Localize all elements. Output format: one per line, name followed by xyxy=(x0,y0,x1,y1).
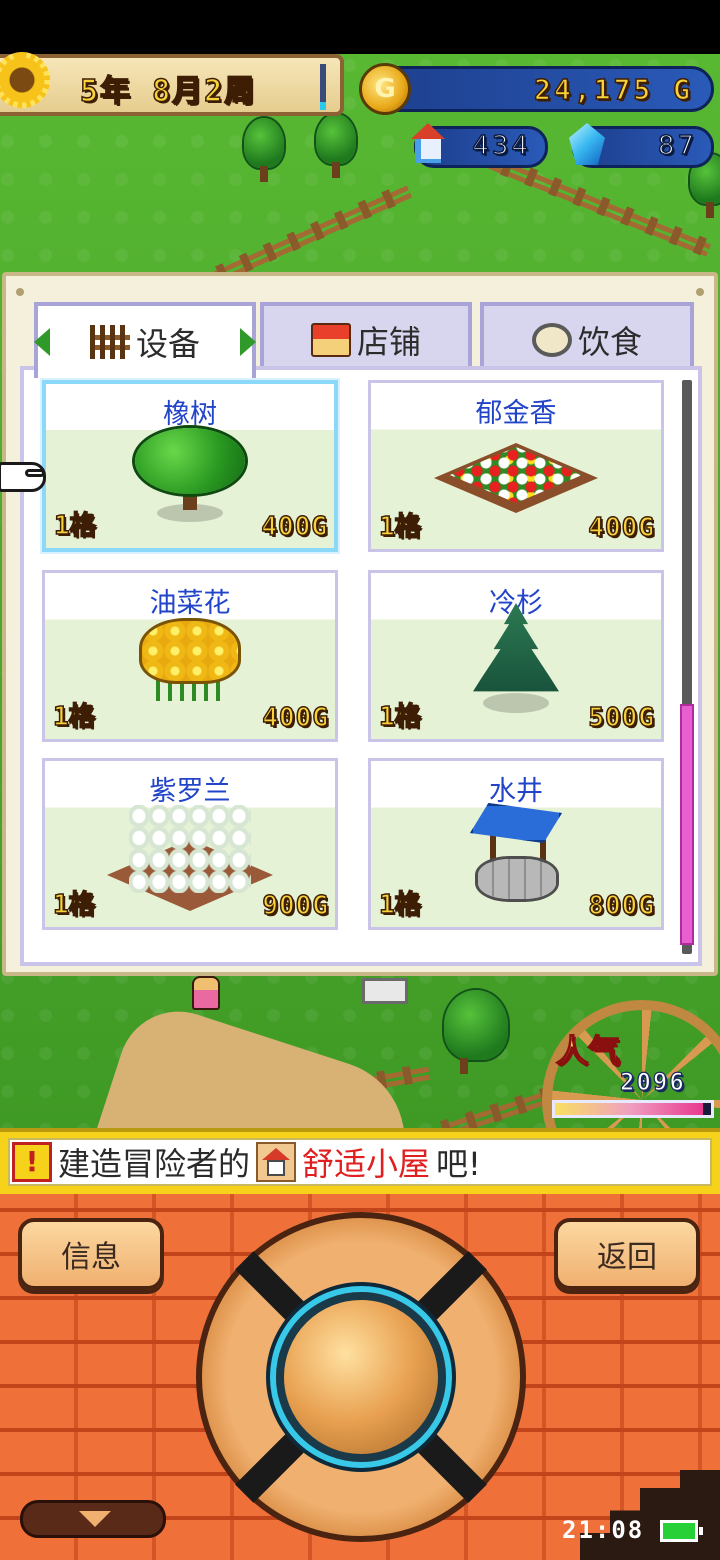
back-button[interactable]: 返回 xyxy=(554,1218,700,1290)
gold-amount: 24,175 G xyxy=(533,72,693,107)
time-progress-bar xyxy=(320,64,326,110)
tab-food-label: 饮食 xyxy=(577,323,642,361)
info-button[interactable]: 信息 xyxy=(18,1218,164,1290)
villager-character[interactable] xyxy=(192,976,220,1010)
item-card-fir[interactable]: 冷杉 1格 500G xyxy=(368,570,664,742)
popularity-gauge: 人气 2096 xyxy=(528,1000,720,1200)
item-price: 900G xyxy=(262,890,329,922)
tab-food[interactable]: 饮食 xyxy=(480,302,694,374)
item-card-violet[interactable]: 紫罗兰 1格 900G xyxy=(42,758,338,930)
tree-decoration xyxy=(244,118,284,182)
confirm-button[interactable] xyxy=(276,1292,446,1462)
item-card-well[interactable]: 水井 1格 800G xyxy=(368,758,664,930)
stairs-decoration xyxy=(580,1470,720,1560)
tree-decoration xyxy=(316,114,356,178)
collapse-down-button[interactable] xyxy=(20,1500,166,1538)
message-box: ! 建造冒险者的 舒适小屋 吧! xyxy=(8,1138,712,1186)
message-highlight: 舒适小屋 xyxy=(302,1145,431,1183)
gold-display: G 24,175 G xyxy=(359,63,714,115)
scrollbar-thumb[interactable] xyxy=(680,704,694,945)
popularity-bar-fill xyxy=(555,1103,704,1115)
violet-bed-icon xyxy=(107,805,273,915)
rivet xyxy=(16,288,24,296)
tree-decoration xyxy=(444,990,508,1074)
tulip-bed-icon xyxy=(434,439,598,523)
fence-icon xyxy=(89,325,130,359)
item-grid: 橡树 1格 400G 郁金香 1格 400G 油菜花 1格 400G 1格 50… xyxy=(42,380,668,950)
battery-icon xyxy=(660,1520,703,1542)
date-text: 5年 8月2周 xyxy=(79,73,257,110)
build-menu-panel: 设备 店铺 饮食 橡树 1格 400G 郁金香 1格 400G 油菜花 1格 4… xyxy=(2,272,718,976)
directional-pad[interactable] xyxy=(196,1212,526,1542)
tab-shops-label: 店铺 xyxy=(356,323,421,361)
exclamation-icon: ! xyxy=(12,1142,52,1182)
item-list: 橡树 1格 400G 郁金香 1格 400G 油菜花 1格 400G 1格 50… xyxy=(20,366,702,966)
item-price: 500G xyxy=(588,702,655,734)
oak-tree-icon xyxy=(135,428,245,528)
food-icon xyxy=(531,323,572,357)
item-card-oak[interactable]: 橡树 1格 400G xyxy=(42,380,338,552)
item-price: 400G xyxy=(588,512,655,544)
date-display: 5年 8月2周 xyxy=(0,52,344,116)
item-name: 油菜花 xyxy=(149,588,231,619)
gold-coin-icon: G xyxy=(359,63,411,115)
item-size: 1格 xyxy=(52,701,95,733)
scrollbar[interactable] xyxy=(680,380,694,954)
signpost[interactable] xyxy=(362,978,408,1004)
tab-equipment[interactable]: 设备 xyxy=(34,302,256,378)
item-name: 橡树 xyxy=(163,399,217,430)
item-size: 1格 xyxy=(378,889,421,921)
shop-icon xyxy=(310,323,351,357)
tab-equipment-label: 设备 xyxy=(135,325,200,363)
item-card-tulip[interactable]: 郁金香 1格 400G xyxy=(368,380,664,552)
message-bar[interactable]: ! 建造冒险者的 舒适小屋 吧! xyxy=(0,1128,720,1194)
popularity-bar xyxy=(552,1100,714,1118)
message-prefix: 建造冒险者的 xyxy=(58,1145,251,1183)
chevron-right-icon[interactable] xyxy=(240,328,256,356)
house-icon xyxy=(409,123,447,167)
gem-display: 87 xyxy=(569,123,714,168)
town-rank-value: 434 xyxy=(472,130,531,162)
fir-tree-icon xyxy=(473,603,559,719)
item-price: 800G xyxy=(588,890,655,922)
item-price: 400G xyxy=(261,511,328,543)
item-price: 400G xyxy=(262,702,329,734)
house-icon xyxy=(256,1142,297,1182)
item-card-rape-flower[interactable]: 油菜花 1格 400G xyxy=(42,570,338,742)
item-size: 1格 xyxy=(378,511,421,543)
item-size: 1格 xyxy=(52,889,95,921)
tab-shops[interactable]: 店铺 xyxy=(260,302,472,374)
rivet xyxy=(696,288,704,296)
item-size: 1格 xyxy=(53,510,96,542)
chevron-left-icon[interactable] xyxy=(34,328,50,356)
clock-time: 21:08 xyxy=(562,1516,645,1544)
rape-flower-icon xyxy=(142,621,238,705)
popularity-label: 人气 xyxy=(555,1031,621,1071)
item-name: 郁金香 xyxy=(475,398,557,429)
message-suffix: 吧! xyxy=(436,1145,481,1183)
town-rank-display: 434 xyxy=(411,123,548,168)
item-size: 1格 xyxy=(378,701,421,733)
gem-count: 87 xyxy=(657,130,697,162)
well-icon xyxy=(470,803,562,901)
item-name: 紫罗兰 xyxy=(149,776,231,807)
sunflower-icon xyxy=(0,52,50,108)
pointing-hand-icon xyxy=(0,462,46,492)
popularity-value: 2096 xyxy=(619,1067,686,1096)
